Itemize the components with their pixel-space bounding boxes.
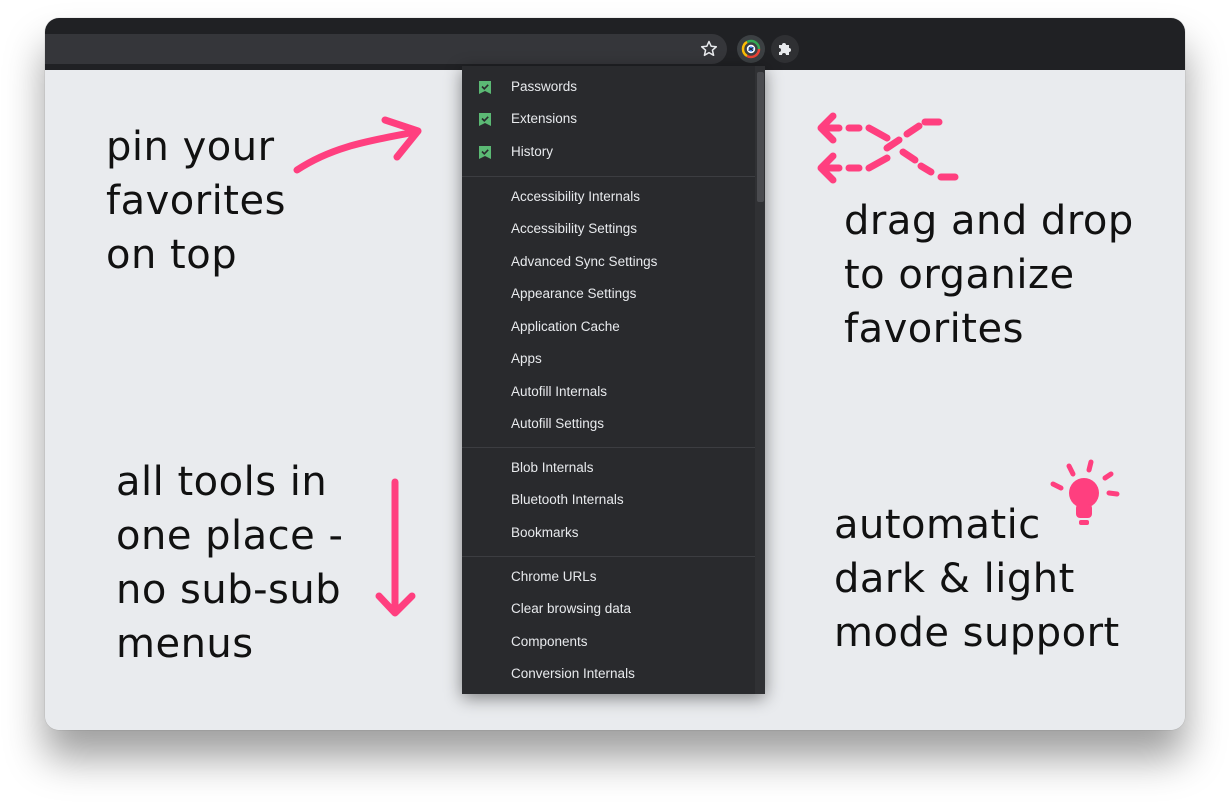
menu-item-label: Passwords (511, 79, 578, 94)
menu-item-blob-internals[interactable]: Blob Internals (462, 452, 755, 484)
menu-item-appearance-settings[interactable]: Appearance Settings (462, 278, 755, 310)
menu-item-label: Extensions (511, 111, 578, 126)
caption-pin-favorites: pin your favorites on top (106, 124, 286, 278)
menu-item-conversion-internals[interactable]: Conversion Internals (462, 658, 755, 690)
menu-item-label: Conversion Internals (511, 666, 635, 681)
bookmark-check-icon (479, 146, 491, 159)
menu-item-label: Blob Internals (511, 460, 594, 475)
menu-item-label: Autofill Internals (511, 384, 608, 399)
menu-scrollbar-thumb[interactable] (757, 72, 764, 202)
menu-item-label: Application Cache (511, 319, 620, 334)
chrome-extension-icon (741, 39, 761, 59)
drag-arrows-icon (817, 112, 959, 184)
menu-item-label: History (511, 144, 554, 159)
lightbulb-icon (1050, 459, 1120, 525)
menu-separator (462, 176, 755, 177)
menu-item-label: Apps (511, 351, 542, 366)
bookmark-check-icon (479, 81, 491, 94)
browser-toolbar (45, 18, 1185, 70)
menu-item-label: Accessibility Internals (511, 189, 641, 204)
favorite-item-passwords[interactable]: Passwords (462, 71, 755, 103)
menu-item-label: Chrome URLs (511, 569, 597, 584)
menu-separator (462, 447, 755, 448)
menu-item-chrome-urls[interactable]: Chrome URLs (462, 561, 755, 593)
tools-dropdown-menu: Passwords Extensions History Accessibili… (462, 66, 765, 694)
star-icon[interactable] (699, 39, 719, 59)
menu-item-bookmarks[interactable]: Bookmarks (462, 517, 755, 549)
menu-item-autofill-settings[interactable]: Autofill Settings (462, 408, 755, 440)
menu-item-label: Clear browsing data (511, 601, 632, 616)
menu-item-label: Bluetooth Internals (511, 492, 624, 507)
puzzle-icon (779, 43, 791, 55)
menu-item-components[interactable]: Components (462, 626, 755, 658)
menu-item-accessibility-settings[interactable]: Accessibility Settings (462, 213, 755, 245)
menu-item-label: Advanced Sync Settings (511, 254, 658, 269)
menu-item-accessibility-internals[interactable]: Accessibility Internals (462, 181, 755, 213)
menu-separator (462, 556, 755, 557)
favorite-item-extensions[interactable]: Extensions (462, 103, 755, 135)
curved-arrow-icon (293, 116, 422, 174)
menu-scrollbar[interactable] (755, 66, 765, 694)
menu-item-bluetooth-internals[interactable]: Bluetooth Internals (462, 484, 755, 516)
chrome-extension-button[interactable] (737, 35, 765, 63)
caption-all-tools: all tools in one place - no sub-sub menu… (116, 459, 344, 667)
bookmark-check-icon (479, 113, 491, 126)
menu-item-advanced-sync-settings[interactable]: Advanced Sync Settings (462, 246, 755, 278)
menu-item-clear-browsing-data[interactable]: Clear browsing data (462, 593, 755, 625)
menu-item-apps[interactable]: Apps (462, 343, 755, 375)
address-bar[interactable] (45, 34, 727, 64)
favorite-item-history[interactable]: History (462, 136, 755, 168)
menu-item-label: Autofill Settings (511, 416, 605, 431)
menu-item-application-cache[interactable]: Application Cache (462, 311, 755, 343)
menu-item-label: Bookmarks (511, 525, 579, 540)
caption-drag-drop: drag and drop to organize favorites (844, 198, 1134, 352)
extensions-puzzle-button[interactable] (771, 35, 799, 63)
menu-item-label: Components (511, 634, 588, 649)
menu-item-label: Appearance Settings (511, 286, 637, 301)
menu-item-label: Accessibility Settings (511, 221, 638, 236)
down-arrow-icon (375, 478, 416, 617)
menu-item-autofill-internals[interactable]: Autofill Internals (462, 376, 755, 408)
browser-window: pin your favorites on top drag and drop … (45, 18, 1185, 730)
